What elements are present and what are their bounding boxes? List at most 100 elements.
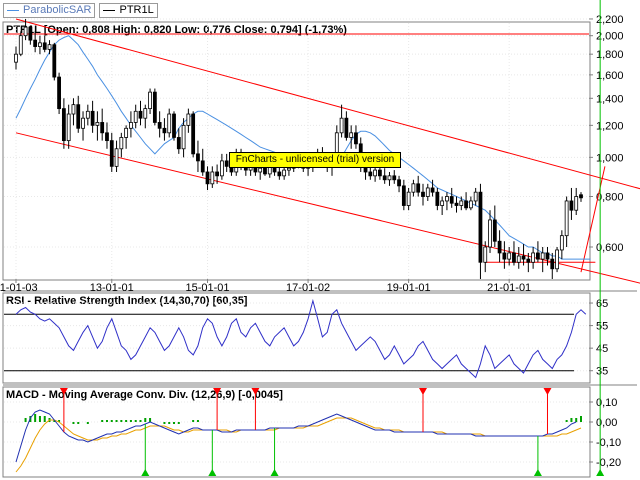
candle-body bbox=[152, 91, 157, 123]
candle-body bbox=[81, 117, 85, 129]
candle-body bbox=[38, 42, 42, 47]
legend-item-sar[interactable]: ParabolicSAR bbox=[3, 2, 96, 18]
candle-body bbox=[445, 196, 449, 202]
candle-body bbox=[377, 169, 382, 177]
macd-histogram-bar bbox=[43, 416, 46, 422]
rsi-y-tick-label: 55 bbox=[596, 321, 608, 333]
candle-body bbox=[349, 132, 354, 138]
candle-body bbox=[516, 255, 521, 263]
candle-body bbox=[397, 179, 401, 187]
candle-body bbox=[339, 117, 344, 134]
legend-sar-label: ParabolicSAR bbox=[23, 3, 92, 16]
candle-body bbox=[497, 240, 502, 254]
candle-body bbox=[138, 110, 143, 119]
candle-body bbox=[545, 252, 550, 260]
candle-body bbox=[354, 132, 358, 145]
candle-body bbox=[23, 26, 28, 37]
candle-body bbox=[42, 42, 47, 50]
candle-body bbox=[425, 187, 430, 197]
candle-body bbox=[454, 202, 459, 206]
candle-body bbox=[492, 219, 497, 242]
candle-body bbox=[133, 110, 138, 123]
macd-histogram-bar bbox=[177, 422, 180, 424]
candle-body bbox=[483, 246, 488, 263]
candle-body bbox=[373, 169, 378, 177]
candle-body bbox=[416, 183, 421, 193]
candle-body bbox=[526, 258, 531, 263]
candle-body bbox=[406, 191, 411, 206]
candle-body bbox=[382, 175, 387, 181]
macd-histogram-bar bbox=[144, 418, 147, 422]
candle-body bbox=[191, 113, 196, 155]
candle-body bbox=[540, 252, 545, 260]
candle-body bbox=[277, 171, 282, 177]
candle-body bbox=[28, 26, 33, 41]
legend-item-price[interactable]: PTR1L bbox=[99, 2, 158, 18]
macd-histogram-bar bbox=[575, 418, 578, 422]
candle-body bbox=[564, 200, 569, 237]
rsi-y-tick-label: 65 bbox=[596, 298, 608, 310]
candle-body bbox=[392, 175, 397, 181]
macd-histogram-bar bbox=[38, 416, 41, 422]
candle-body bbox=[210, 171, 215, 185]
candle-body bbox=[172, 113, 176, 138]
candle-body bbox=[205, 171, 210, 185]
macd-histogram-bar bbox=[580, 416, 582, 422]
candle-body bbox=[119, 137, 124, 150]
macd-histogram-bar bbox=[173, 422, 176, 424]
macd-histogram-bar bbox=[570, 418, 573, 422]
macd-y-tick-label: 0,00 bbox=[596, 417, 617, 429]
candle-body bbox=[109, 140, 114, 167]
chart-svg: PTR1L [Open: 0,808 High: 0,820 Low: 0,77… bbox=[0, 0, 640, 480]
candle-body bbox=[52, 44, 57, 78]
candle-body bbox=[33, 39, 38, 47]
candle-body bbox=[14, 53, 18, 63]
candle-body bbox=[507, 252, 512, 260]
candle-body bbox=[449, 196, 454, 204]
candle-body bbox=[57, 76, 61, 110]
candle-body bbox=[368, 171, 373, 177]
candle-body bbox=[143, 108, 148, 119]
macd-histogram-bar bbox=[168, 422, 171, 424]
candle-body bbox=[440, 200, 445, 206]
macd-histogram-bar bbox=[196, 420, 199, 422]
candle-body bbox=[85, 110, 90, 119]
rsi-y-tick-label: 35 bbox=[596, 366, 608, 378]
candle-body bbox=[258, 167, 263, 173]
candle-body bbox=[157, 122, 162, 129]
candle-body bbox=[71, 104, 76, 115]
candle-body bbox=[61, 108, 66, 142]
macd-histogram-bar bbox=[129, 420, 132, 422]
candle-body bbox=[90, 110, 95, 126]
candle-body bbox=[478, 191, 483, 263]
candle-body bbox=[124, 127, 129, 138]
trial-watermark: FnCharts - unlicensed (trial) version bbox=[229, 152, 401, 168]
candle-body bbox=[114, 148, 119, 167]
candle-body bbox=[430, 187, 435, 193]
legend-price-label: PTR1L bbox=[119, 3, 154, 16]
price-x-tick-label: 11-01-03 bbox=[0, 282, 38, 294]
candle-body bbox=[105, 132, 109, 142]
candle-body bbox=[502, 252, 507, 260]
candle-body bbox=[521, 255, 526, 260]
legend-sar-swatch bbox=[7, 9, 19, 11]
macd-histogram-bar bbox=[101, 420, 104, 422]
candle-body bbox=[559, 235, 564, 251]
candle-body bbox=[531, 252, 536, 263]
candle-body bbox=[18, 35, 23, 55]
candle-body bbox=[95, 122, 100, 126]
candle-body bbox=[579, 194, 583, 199]
candle-body bbox=[186, 113, 191, 126]
candle-body bbox=[287, 167, 291, 171]
candle-body bbox=[536, 252, 540, 260]
candle-body bbox=[421, 191, 425, 197]
chart-legend: ParabolicSAR PTR1L bbox=[3, 2, 158, 18]
price-x-tick-label: 13-01-01 bbox=[90, 282, 134, 294]
candle-body bbox=[263, 167, 267, 175]
macd-histogram-bar bbox=[192, 420, 195, 422]
candle-body bbox=[387, 175, 392, 181]
price-x-tick-label: 17-01-02 bbox=[286, 282, 330, 294]
candle-body bbox=[512, 252, 516, 263]
macd-histogram-bar bbox=[120, 420, 123, 422]
macd-histogram-bar bbox=[110, 420, 113, 422]
